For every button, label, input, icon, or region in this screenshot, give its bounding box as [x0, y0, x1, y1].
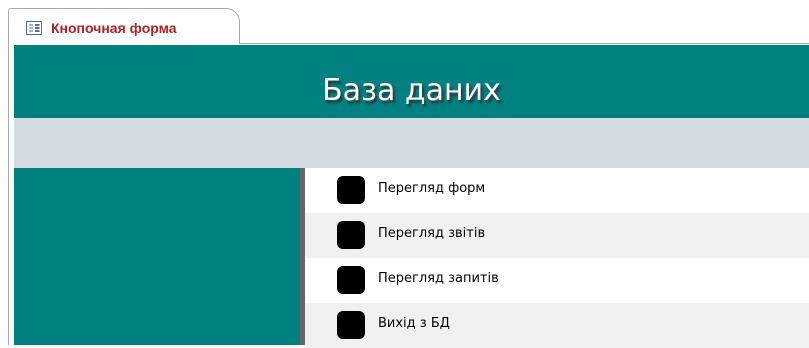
menu-item-label[interactable]: Перегляд форм — [378, 181, 485, 196]
menu-button-exit[interactable] — [337, 311, 365, 339]
switchboard-menu: Перегляд форм Перегляд звітів Перегляд з… — [305, 168, 809, 348]
menu-item-reports[interactable]: Перегляд звітів — [305, 213, 809, 258]
menu-button-queries[interactable] — [337, 266, 365, 294]
menu-item-exit[interactable]: Вихід з БД — [305, 303, 809, 348]
menu-item-label[interactable]: Перегляд запитів — [378, 271, 499, 286]
menu-button-forms[interactable] — [337, 176, 365, 204]
menu-item-label[interactable]: Вихід з БД — [378, 316, 450, 331]
form-title: База даних — [322, 73, 501, 108]
tab-label: Кнопочная форма — [51, 20, 177, 36]
document-tab-strip: Кнопочная форма — [0, 0, 809, 45]
menu-button-reports[interactable] — [337, 221, 365, 249]
menu-item-label[interactable]: Перегляд звітів — [378, 226, 485, 241]
form-header: База даних — [14, 45, 809, 118]
form-icon — [26, 20, 42, 35]
tab-knopochnaya-forma[interactable]: Кнопочная форма — [8, 8, 240, 44]
form-header-band — [14, 118, 809, 168]
menu-item-queries[interactable]: Перегляд запитів — [305, 258, 809, 303]
side-panel — [14, 168, 300, 345]
menu-item-forms[interactable]: Перегляд форм — [305, 168, 809, 213]
form-left-border — [8, 44, 9, 345]
tab-strip-border — [240, 43, 809, 44]
